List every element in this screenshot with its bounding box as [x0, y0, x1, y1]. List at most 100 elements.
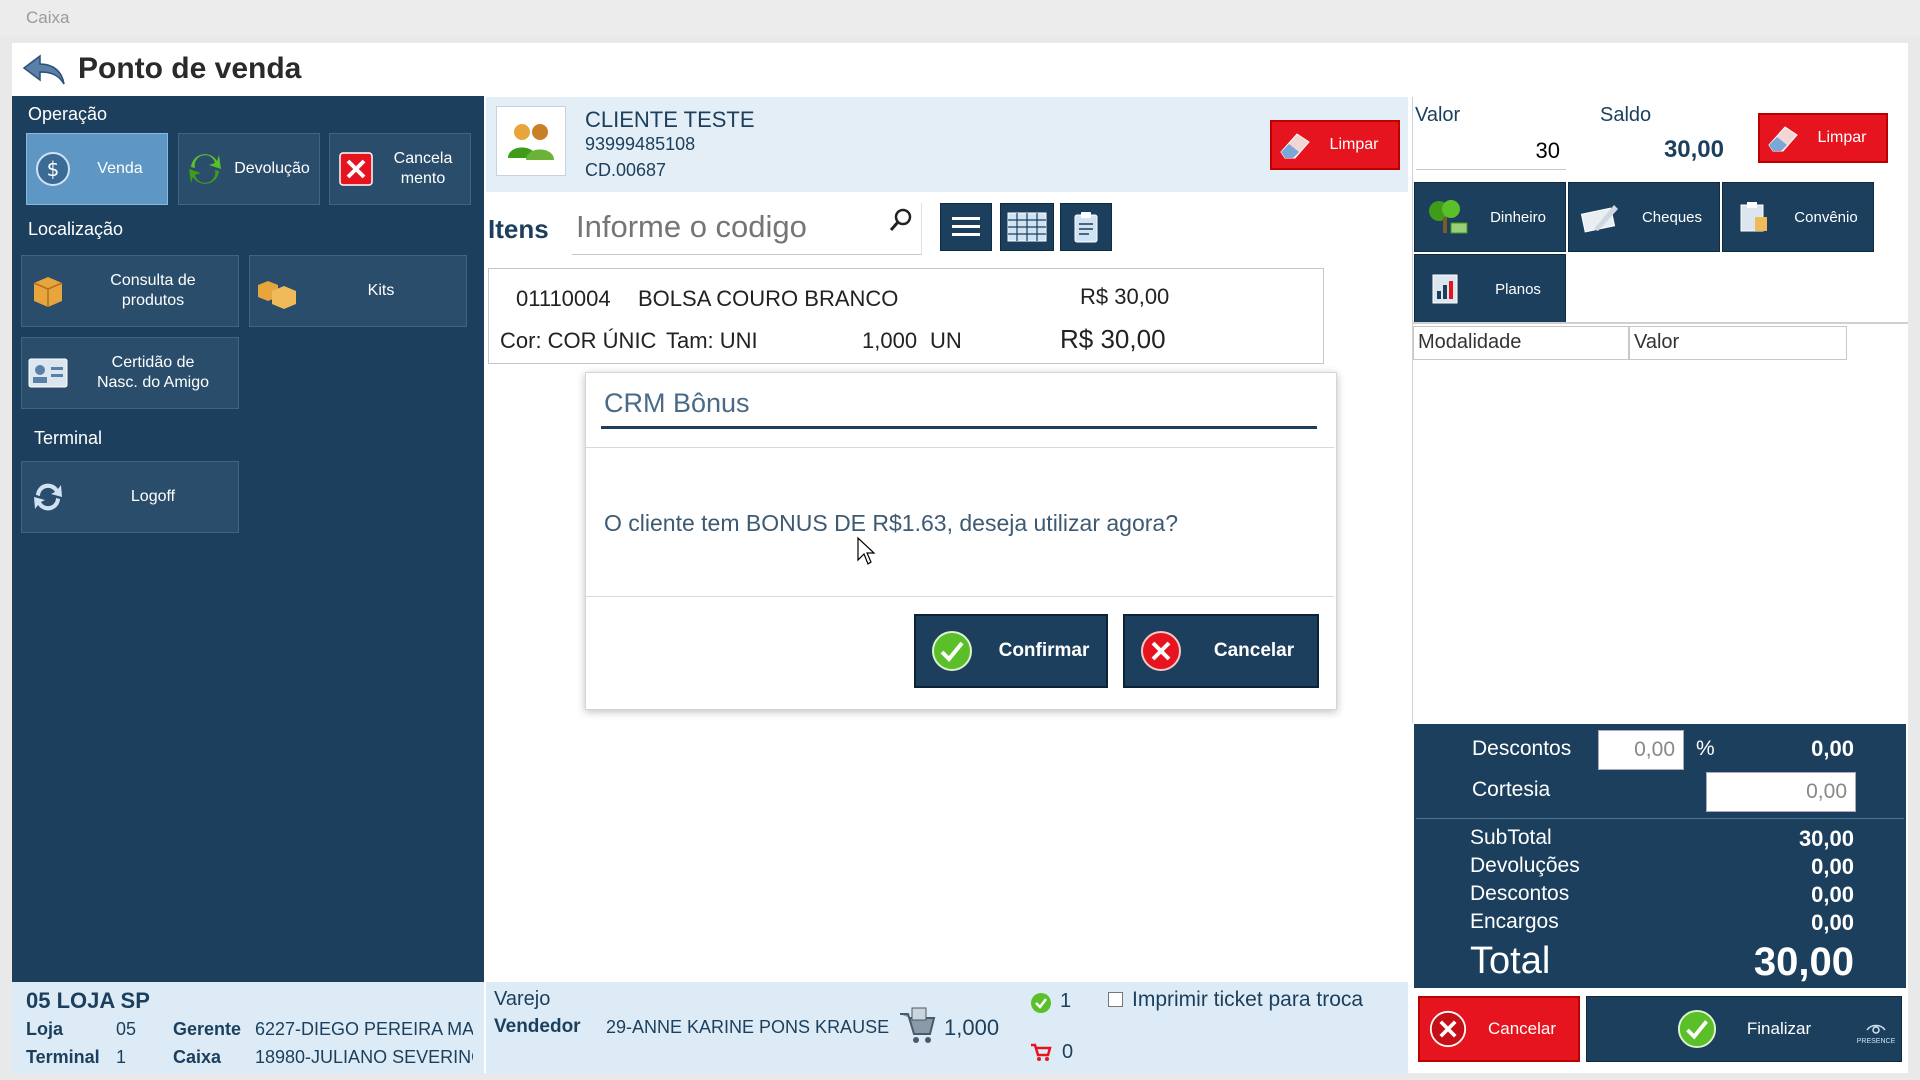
kits-button[interactable]: Kits — [249, 255, 467, 327]
terminal-label: Terminal — [26, 1047, 100, 1067]
clear-payment-button[interactable]: Limpar — [1758, 113, 1888, 163]
grid-icon — [1007, 212, 1047, 242]
venda-button[interactable]: $ Venda — [26, 133, 168, 205]
loja-label: Loja — [26, 1019, 64, 1039]
descontos-percent-input[interactable] — [1598, 730, 1684, 770]
dialog-divider — [586, 447, 1334, 448]
clipboard-icon — [1074, 212, 1098, 243]
item-description: BOLSA COURO BRANCO — [638, 286, 899, 311]
green-check-icon — [916, 630, 988, 672]
cheques-label: Cheques — [1641, 208, 1703, 226]
item-code-input[interactable] — [572, 203, 880, 251]
clear-client-button[interactable]: Limpar — [1270, 120, 1400, 170]
localizacao-section-label: Localização — [28, 219, 124, 239]
grid-view-button[interactable] — [1000, 203, 1054, 251]
window-titlebar — [0, 0, 1920, 36]
convenio-label: Convênio — [1794, 208, 1858, 226]
client-phone: 93999485108 — [585, 134, 696, 154]
encargos-label: Encargos — [1470, 910, 1559, 933]
list-icon — [952, 217, 980, 236]
valor-input[interactable] — [1416, 132, 1566, 170]
item-size: Tam: UNI — [666, 328, 758, 353]
vendedor-label: Vendedor — [494, 1016, 581, 1037]
users-group-icon — [508, 124, 554, 160]
consulta-produtos-button[interactable]: Consulta de produtos — [21, 255, 239, 327]
green-check-small-icon — [1031, 993, 1051, 1013]
sale-tag-icon: $ — [27, 149, 79, 189]
clear-client-label: Limpar — [1329, 136, 1379, 153]
back-arrow-icon[interactable] — [22, 54, 66, 86]
print-ticket-checkbox[interactable] — [1108, 992, 1123, 1007]
terminal-value: 1 — [116, 1047, 127, 1067]
convenio-button[interactable]: Convênio — [1722, 182, 1874, 252]
dialog-title: CRM Bônus — [604, 388, 750, 418]
green-check-icon — [1677, 1009, 1716, 1049]
devolucao-button[interactable]: Devolução — [178, 133, 320, 205]
certidao-amigo-button[interactable]: Certidão de Nasc. do Amigo — [21, 337, 239, 409]
cancelamento-label: Cancela mento — [393, 150, 453, 187]
total-label: Total — [1470, 940, 1551, 982]
cortesia-input[interactable] — [1706, 772, 1856, 812]
list-view-button[interactable] — [940, 203, 992, 251]
cart-quantity: 1,000 — [944, 1015, 1000, 1040]
dialog-cancel-button[interactable]: Cancelar — [1123, 614, 1319, 688]
id-card-icon — [22, 355, 74, 391]
ok-count: 1 — [1060, 990, 1072, 1012]
boxes-icon — [250, 271, 302, 311]
window-title: Caixa — [26, 8, 70, 27]
logoff-button[interactable]: Logoff — [21, 461, 239, 533]
red-x-circle-icon — [1125, 630, 1197, 672]
descontos-label: Descontos — [1472, 737, 1572, 760]
subtotal-value: 30,00 — [1798, 826, 1854, 851]
cancel-sale-button[interactable]: Cancelar — [1418, 996, 1580, 1062]
vendedor-value: 29-ANNE KARINE PONS KRAUSE — [606, 1017, 890, 1037]
saldo-value: 30,00 — [1663, 136, 1724, 163]
descontos-total-label: Descontos — [1470, 882, 1570, 905]
cart-count: 0 — [1062, 1041, 1074, 1063]
percent-symbol: % — [1696, 737, 1715, 760]
page-title: Ponto de venda — [78, 52, 302, 85]
channel-label: Varejo — [494, 988, 551, 1010]
cheques-button[interactable]: Cheques — [1568, 182, 1720, 252]
gerente-value: 6227-DIEGO PEREIRA MAR — [255, 1019, 473, 1039]
total-value: 30,00 — [1753, 940, 1854, 984]
planos-label: Planos — [1495, 280, 1541, 298]
clear-payment-label: Limpar — [1817, 129, 1867, 146]
client-avatar[interactable] — [496, 106, 566, 176]
descontos-value: 0,00 — [1811, 736, 1854, 761]
red-x-circle-icon — [1420, 1010, 1476, 1048]
dialog-title-underline — [601, 426, 1317, 429]
payment-divider — [1412, 322, 1908, 324]
cancelamento-button[interactable]: Cancela mento — [329, 133, 471, 205]
planos-button[interactable]: Planos — [1414, 254, 1566, 324]
search-icon[interactable] — [888, 207, 914, 240]
item-code: 01110004 — [516, 286, 611, 311]
client-name: CLIENTE TESTE — [585, 107, 755, 132]
encargos-value: 0,00 — [1811, 910, 1854, 935]
chart-document-icon — [1415, 271, 1477, 307]
return-arrows-icon — [179, 149, 231, 189]
item-color: Cor: COR ÚNIC — [500, 328, 657, 353]
item-total: R$ 30,00 — [1060, 324, 1166, 354]
saldo-label: Saldo — [1600, 104, 1652, 126]
dinheiro-button[interactable]: Dinheiro — [1414, 182, 1566, 252]
refresh-icon — [22, 477, 74, 517]
clipboard-button[interactable] — [1060, 203, 1112, 251]
money-tree-icon — [1415, 197, 1477, 237]
cheque-pen-icon — [1569, 199, 1631, 235]
print-ticket-label[interactable]: Imprimir ticket para troca — [1132, 988, 1363, 1012]
red-x-icon — [330, 150, 382, 188]
certidao-amigo-label: Certidão de Nasc. do Amigo — [96, 354, 210, 391]
confirmar-button[interactable]: Confirmar — [914, 614, 1108, 688]
dialog-message: O cliente tem BONUS DE R$1.63, deseja ut… — [604, 510, 1178, 536]
presence-eye-icon — [1866, 1024, 1886, 1034]
shopping-cart-icon — [900, 1007, 936, 1043]
item-code-field[interactable] — [572, 203, 922, 255]
confirmar-label: Confirmar — [998, 640, 1090, 661]
descontos-total-value: 0,00 — [1811, 882, 1854, 907]
finalizar-label: Finalizar — [1746, 1019, 1812, 1038]
devolucoes-label: Devoluções — [1470, 854, 1580, 877]
dialog-footer-divider — [586, 596, 1334, 597]
clipboard-document-icon — [1723, 199, 1785, 235]
devolucao-label: Devolução — [234, 160, 310, 177]
